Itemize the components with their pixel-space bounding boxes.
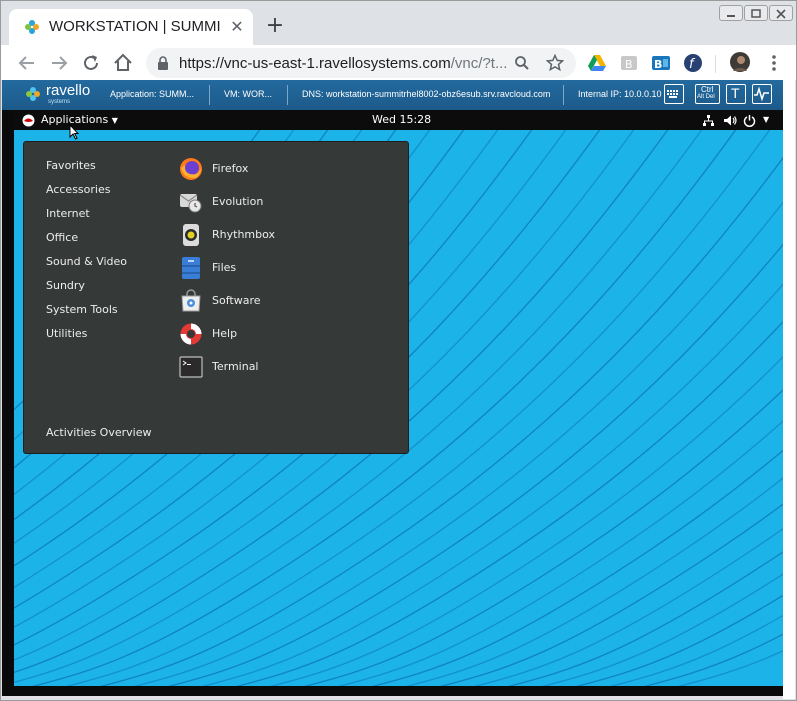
minimize-button[interactable] (719, 5, 743, 21)
url-host: https://vnc-us-east-1.ravellosystems.com (179, 55, 451, 72)
ravello-separator (563, 85, 564, 105)
app-help[interactable]: Help (179, 322, 379, 350)
activities-overview[interactable]: Activities Overview (46, 426, 151, 439)
chevron-down-icon: ▼ (111, 116, 118, 125)
ctrl-alt-del-button[interactable]: Ctrl Alt Del (695, 84, 720, 104)
ctrl-label: Ctrl (701, 85, 714, 94)
lock-icon (158, 56, 168, 70)
category-sundry[interactable]: Sundry (46, 279, 85, 292)
app-label: Files (212, 261, 237, 274)
toolbar-divider (715, 55, 716, 73)
applications-menu-button[interactable]: Applications ▼ (41, 113, 118, 126)
terminal-icon (179, 356, 203, 378)
app-label: Help (212, 327, 238, 340)
ravello-logo-icon (26, 87, 40, 101)
svg-text:B: B (625, 58, 633, 71)
maximize-icon (751, 9, 761, 18)
viewport-bottom-edge (2, 686, 783, 696)
app-terminal[interactable]: Terminal (179, 355, 379, 383)
svg-text:B: B (654, 58, 662, 71)
applications-menu: Favorites Accessories Internet Office So… (23, 141, 409, 454)
fedora-icon[interactable]: f (683, 53, 703, 73)
category-internet[interactable]: Internet (46, 207, 90, 220)
help-icon (180, 323, 202, 345)
extension-bluejeans-icon[interactable]: B (651, 53, 671, 73)
mouse-cursor-icon (69, 124, 79, 140)
close-icon (776, 9, 786, 19)
ravello-separator (209, 85, 210, 105)
network-icon[interactable] (702, 114, 715, 127)
category-system-tools[interactable]: System Tools (46, 303, 118, 316)
dns-name: DNS: workstation-summitrhel8002-obz6esub… (302, 89, 551, 99)
ravello-brand: ravello (46, 82, 91, 99)
app-label: Terminal (212, 360, 259, 373)
extension-b-icon[interactable]: B (619, 53, 639, 73)
home-icon[interactable] (111, 51, 135, 75)
tab-title: WORKSTATION | SUMMI (49, 18, 221, 35)
firefox-icon (180, 158, 202, 180)
url-text: https://vnc-us-east-1.ravellosystems.com… (179, 55, 509, 73)
clock[interactable]: Wed 15:28 (372, 113, 431, 126)
application-name: Application: SUMM... (110, 89, 195, 99)
app-evolution[interactable]: Evolution (179, 190, 379, 218)
ravello-info-bar: ravello systems Application: SUMM... VM:… (2, 80, 783, 110)
pulse-graph-icon (754, 86, 769, 102)
app-firefox[interactable]: Firefox (179, 157, 379, 185)
ravello-favicon-icon (25, 20, 39, 34)
remote-desktop[interactable]: Applications ▼ Wed 15:28 ▼ Favorites Acc… (14, 110, 783, 686)
app-label: Rhythmbox (212, 228, 276, 241)
text-input-button[interactable]: T (726, 84, 746, 104)
viewport-left-edge (2, 110, 14, 686)
new-tab-button[interactable]: + (263, 15, 287, 39)
app-label: Firefox (212, 162, 249, 175)
category-favorites[interactable]: Favorites (46, 159, 96, 172)
volume-icon[interactable] (723, 114, 737, 127)
app-label: Software (212, 294, 261, 307)
more-menu-icon[interactable] (764, 53, 784, 73)
gnome-top-bar: Applications ▼ Wed 15:28 ▼ (14, 110, 783, 130)
tab-close-icon[interactable]: ✕ (227, 17, 247, 37)
viewport-right-edge (783, 80, 795, 699)
text-icon: T (731, 85, 740, 101)
close-window-button[interactable] (769, 5, 793, 21)
system-menu-chevron-icon[interactable]: ▼ (763, 115, 769, 124)
vm-name: VM: WOR... (224, 89, 272, 99)
keyboard-icon (667, 90, 678, 98)
browser-tab[interactable]: WORKSTATION | SUMMI ✕ (9, 9, 253, 45)
app-rhythmbox[interactable]: Rhythmbox (179, 223, 379, 251)
power-icon[interactable] (743, 114, 756, 127)
category-office[interactable]: Office (46, 231, 78, 244)
redhat-logo-icon (22, 114, 35, 127)
keyboard-button[interactable] (664, 84, 684, 104)
category-accessories[interactable]: Accessories (46, 183, 110, 196)
forward-icon[interactable] (47, 51, 71, 75)
ravello-brand-sub: systems (48, 99, 71, 105)
bookmark-star-icon[interactable] (546, 54, 564, 72)
browser-toolbar: https://vnc-us-east-1.ravellosystems.com… (1, 45, 796, 80)
tab-strip: WORKSTATION | SUMMI ✕ + (1, 1, 796, 45)
ravello-separator (287, 85, 288, 105)
url-path: /vnc/?t... (450, 55, 508, 72)
software-icon (181, 289, 201, 312)
alt-del-label: Alt Del (697, 94, 715, 100)
maximize-button[interactable] (744, 5, 768, 21)
zoom-search-icon[interactable] (514, 55, 530, 71)
rhythmbox-icon (183, 224, 199, 246)
files-icon (182, 257, 200, 279)
evolution-icon (179, 194, 202, 213)
back-icon[interactable] (15, 51, 39, 75)
google-drive-icon[interactable] (587, 53, 607, 73)
app-files[interactable]: Files (179, 256, 379, 284)
minimize-icon (727, 15, 735, 17)
category-sound-video[interactable]: Sound & Video (46, 255, 127, 268)
app-software[interactable]: Software (179, 289, 379, 317)
category-utilities[interactable]: Utilities (46, 327, 87, 340)
profile-avatar-icon[interactable] (730, 52, 750, 72)
internal-ip: Internal IP: 10.0.0.10 (578, 89, 662, 99)
app-label: Evolution (212, 195, 264, 208)
reload-icon[interactable] (79, 51, 103, 75)
stats-button[interactable] (752, 84, 772, 104)
address-bar[interactable]: https://vnc-us-east-1.ravellosystems.com… (146, 48, 576, 78)
